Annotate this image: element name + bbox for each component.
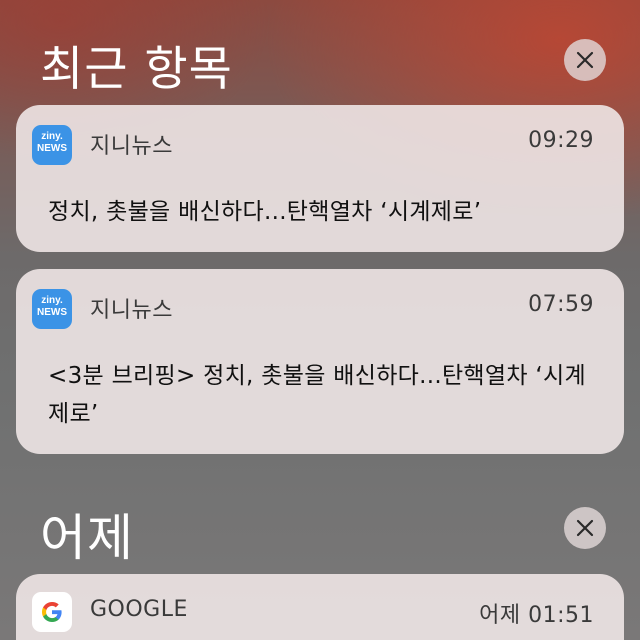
app-name: 지니뉴스	[90, 134, 173, 159]
close-icon	[576, 51, 594, 69]
icon-text-top: ziny.	[41, 295, 63, 306]
notification-header: ziny. NEWS 지니뉴스 09:29	[16, 105, 624, 179]
notification-message: 정치, 촛불을 배신하다...탄핵열차 ‘시계제로’	[48, 199, 482, 225]
clear-recent-button[interactable]	[564, 39, 606, 81]
close-icon	[576, 519, 594, 537]
app-name: GOOGLE	[90, 597, 188, 622]
notification-time: 어제 01:51	[479, 603, 594, 628]
notification-card[interactable]: ziny. NEWS 지니뉴스 09:29 정치, 촛불을 배신하다...탄핵열…	[16, 105, 624, 252]
notification-message: <3분 브리핑> 정치, 촛불을 배신하다...탄핵열차 ‘시계제로’	[48, 363, 586, 427]
ziny-news-icon: ziny. NEWS	[32, 125, 72, 165]
ziny-news-icon: ziny. NEWS	[32, 289, 72, 329]
clear-yesterday-button[interactable]	[564, 507, 606, 549]
app-name: 지니뉴스	[90, 298, 173, 323]
section-title-yesterday: 어제	[40, 509, 134, 567]
notification-time: 07:59	[528, 292, 594, 317]
section-title-recent: 최근 항목	[40, 42, 233, 97]
google-icon	[32, 592, 72, 632]
notification-card[interactable]: ziny. NEWS 지니뉴스 07:59 <3분 브리핑> 정치, 촛불을 배…	[16, 269, 624, 454]
icon-text-bottom: NEWS	[37, 307, 67, 318]
notification-time: 09:29	[528, 128, 594, 153]
icon-text-top: ziny.	[41, 131, 63, 142]
notification-card[interactable]: GOOGLE 어제 01:51	[16, 574, 624, 640]
notification-header: GOOGLE 어제 01:51	[16, 574, 624, 640]
notification-header: ziny. NEWS 지니뉴스 07:59	[16, 269, 624, 343]
icon-text-bottom: NEWS	[37, 143, 67, 154]
